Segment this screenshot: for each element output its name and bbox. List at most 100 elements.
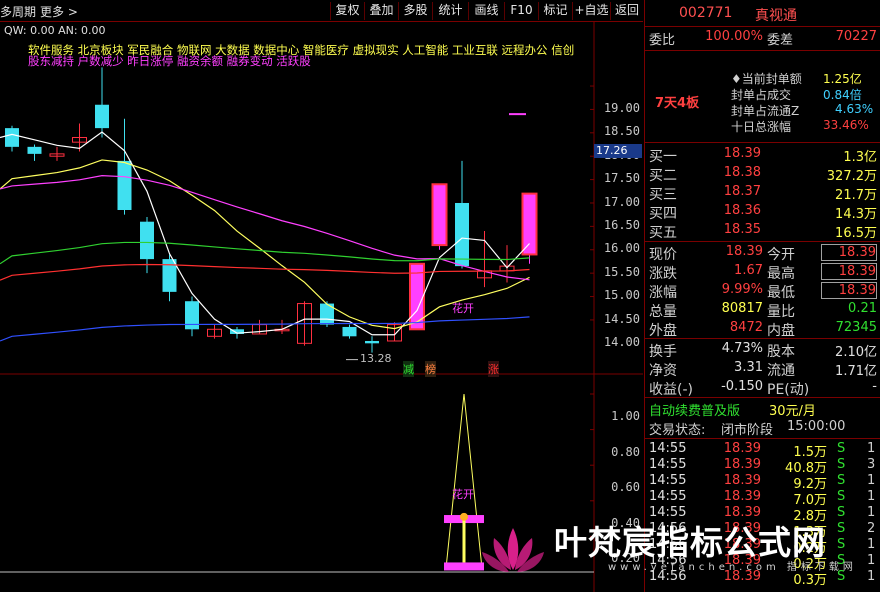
candle-body — [95, 104, 109, 129]
seal-value: 33.46% — [823, 118, 869, 132]
tick-count: 3 — [867, 457, 876, 472]
stat-label: 流通 — [767, 363, 795, 379]
event-tags: 股东减持 户数减少 昨日涨停 融资余额 融券变动 活跃股 — [28, 54, 311, 68]
watermark-subtitle: www.yefanchen.com 指标下载网 — [608, 562, 857, 573]
quote-label: 最高 — [767, 266, 795, 282]
seal-label: ♦当前封单额 — [731, 72, 802, 86]
price-axis-label: 16.00 — [603, 241, 640, 256]
tick-count: 1 — [867, 569, 876, 584]
kline-chart[interactable] — [0, 22, 643, 592]
bid-label: 买二 — [649, 168, 677, 184]
bid-volume: 16.5万 — [835, 226, 877, 241]
stat-label: 股本 — [767, 344, 795, 360]
seal-label: 封单占流通Z — [731, 104, 800, 118]
tick-count: 1 — [867, 537, 876, 552]
draw-line-button[interactable]: 画线 — [468, 2, 504, 20]
add-watchlist-button[interactable]: +自选 — [572, 2, 610, 20]
bid-price: 18.37 — [723, 184, 761, 199]
price-axis-label: 17.50 — [603, 171, 640, 186]
current-price-tag: 17.26 — [594, 144, 642, 158]
quote-value: 18.39 — [821, 263, 877, 280]
price-axis-label: 15.00 — [603, 288, 640, 303]
price-axis-label: 16.50 — [603, 217, 640, 232]
seal-value: 1.25亿 — [823, 72, 862, 86]
bid-volume: 21.7万 — [835, 188, 877, 203]
quote-label: 涨跌 — [649, 266, 677, 282]
weibi-value: 100.00% — [705, 29, 763, 44]
flower-signal-label-lower: 花开 — [452, 488, 474, 501]
tick-time: 14:55 — [649, 473, 687, 488]
candle-body — [431, 183, 448, 247]
candle-body — [140, 221, 154, 260]
bid-volume: 327.2万 — [826, 169, 877, 184]
quote-label: 总量 — [649, 304, 677, 320]
watermark-title: 叶梵宸指标公式网 — [554, 523, 826, 562]
quote-value: 9.99% — [721, 282, 763, 297]
multi-stock-button[interactable]: 多股 — [398, 2, 432, 20]
kline-chart-panel[interactable]: QW: 0.00 AN: 0.00 软件服务 北京板块 军民融合 物联网 大数据… — [0, 22, 643, 592]
commission-ratio-row: 委比 100.00% 委差 70227 — [645, 29, 880, 48]
indicator-axis-label: 1.00 — [611, 409, 640, 423]
ma-line-xlong — [0, 241, 530, 265]
back-button[interactable]: 返回 — [610, 2, 643, 20]
quote-info-panel: 002771 真视通 委比 100.00% 委差 70227 7天4板 ♦当前封… — [644, 0, 880, 592]
mark-button[interactable]: 标记 — [538, 2, 572, 20]
tick-price: 18.39 — [723, 473, 761, 488]
tick-price: 18.39 — [723, 457, 761, 472]
price-axis-label: 19.00 — [603, 101, 640, 116]
tick-side: S — [837, 489, 846, 504]
quote-value: 18.39 — [821, 244, 877, 261]
candle-body — [342, 326, 357, 337]
stock-code: 002771 — [679, 5, 733, 21]
stat-value: 2.10亿 — [835, 345, 877, 360]
tick-count: 1 — [867, 505, 876, 520]
price-axis-label: 14.50 — [603, 311, 640, 326]
candle-body — [5, 128, 19, 147]
quote-label: 今开 — [767, 247, 795, 263]
multi-period-menu[interactable]: 多周期 — [0, 3, 36, 20]
low-price-marker: 13.28 — [360, 352, 392, 365]
promo-price: 30元/月 — [769, 404, 816, 419]
stat-value: - — [872, 379, 877, 394]
stat-value: -0.150 — [721, 379, 763, 394]
flower-signal-label: 花开 — [452, 302, 474, 315]
chart-toolbar: 多周期 更多 > 复权 叠加 多股 统计 画线 F10 标记 +自选 返回 — [0, 0, 643, 22]
indicator-axis-label: 0.60 — [611, 480, 640, 495]
tick-count: 1 — [867, 553, 876, 568]
overlay-button[interactable]: 叠加 — [364, 2, 398, 20]
trade-state-label: 交易状态: — [649, 423, 706, 438]
quote-value: 80817 — [721, 301, 763, 316]
bid-label: 买一 — [649, 149, 677, 165]
stock-header[interactable]: 002771 真视通 — [645, 0, 880, 26]
bid-price: 18.36 — [723, 203, 761, 218]
seal-value: 4.63% — [835, 102, 874, 116]
signal-dot — [460, 512, 468, 521]
signal-tag-limit-up: 涨 — [488, 361, 499, 377]
f10-button[interactable]: F10 — [504, 2, 538, 20]
tick-count: 2 — [867, 521, 876, 536]
quote-value: 8472 — [729, 320, 763, 335]
bid-volume: 14.3万 — [835, 207, 877, 222]
price-axis-label: 18.50 — [603, 124, 640, 139]
adjust-button[interactable]: 复权 — [330, 2, 364, 20]
tick-count: 1 — [867, 473, 876, 488]
promo-row[interactable]: 自动续费普及版 30元/月 — [645, 400, 880, 419]
tick-side: S — [837, 457, 846, 472]
more-menu[interactable]: 更多 > — [40, 3, 78, 20]
candle-body — [365, 340, 379, 344]
statistics-button[interactable]: 统计 — [432, 2, 468, 20]
ma-line-mid — [0, 159, 530, 330]
bid-label: 买三 — [649, 187, 677, 203]
signal-tag-reduce: 减 — [403, 361, 414, 377]
bid-price: 18.39 — [723, 146, 761, 161]
candle-body — [162, 259, 177, 292]
quote-label: 外盘 — [649, 323, 677, 339]
tick-count: 1 — [867, 489, 876, 504]
weicha-label: 委差 — [767, 33, 794, 48]
stat-label: 换手 — [649, 344, 677, 360]
bid-price: 18.38 — [723, 165, 761, 180]
trade-state-row: 交易状态: 闭市阶段 15:00:00 — [645, 419, 880, 438]
tick-side: S — [837, 473, 846, 488]
candle-body — [455, 202, 469, 267]
stat-value: 4.73% — [721, 341, 763, 356]
